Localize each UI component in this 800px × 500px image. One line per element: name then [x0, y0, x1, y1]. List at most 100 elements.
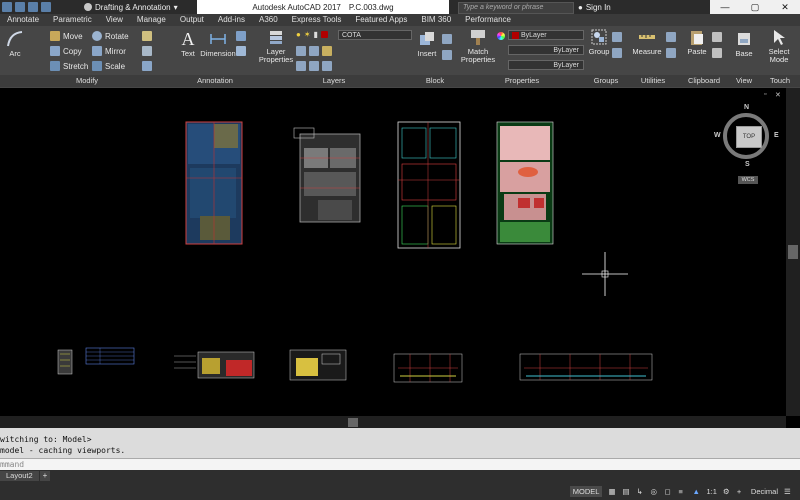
- insert-button[interactable]: Insert: [414, 30, 440, 58]
- layers-panel-label[interactable]: Layers: [256, 75, 413, 87]
- save-icon[interactable]: [28, 2, 38, 12]
- stretch-button[interactable]: Stretch: [50, 61, 88, 71]
- edit-block-button[interactable]: [442, 50, 452, 60]
- detail-block-1[interactable]: [57, 349, 73, 375]
- viewcube-top-face[interactable]: TOP: [736, 126, 762, 148]
- sun-icon[interactable]: ✶: [304, 30, 311, 39]
- utilities-panel-label[interactable]: Utilities: [626, 75, 681, 87]
- group-edit-button[interactable]: [612, 48, 622, 58]
- print-icon[interactable]: [41, 2, 51, 12]
- floor-plan-furnished[interactable]: [496, 121, 554, 245]
- scale-button[interactable]: Scale: [92, 61, 125, 71]
- tab-manage[interactable]: Manage: [130, 14, 173, 26]
- tab-view[interactable]: View: [99, 14, 130, 26]
- osnap-icon[interactable]: ◻: [664, 487, 672, 496]
- make-current-icon[interactable]: [296, 46, 306, 56]
- properties-panel-label[interactable]: Properties: [458, 75, 587, 87]
- annotation-panel-label[interactable]: Annotation: [174, 75, 257, 87]
- elevation-side[interactable]: [289, 349, 347, 381]
- tab-output[interactable]: Output: [173, 14, 211, 26]
- match-layer-icon[interactable]: [309, 46, 319, 56]
- lightbulb-icon[interactable]: ●: [296, 30, 301, 39]
- tab-performance[interactable]: Performance: [458, 14, 518, 26]
- modify-panel-label[interactable]: Modify: [0, 75, 175, 87]
- vertical-scroll-thumb[interactable]: [788, 245, 798, 259]
- linetype-dropdown[interactable]: ByLayer: [508, 45, 584, 55]
- viewport-restore-icon[interactable]: ▫: [764, 91, 766, 98]
- quick-calc-button[interactable]: [666, 32, 676, 42]
- clipboard-panel-label[interactable]: Clipboard: [680, 75, 729, 87]
- tab-add-ins[interactable]: Add-ins: [211, 14, 252, 26]
- layer-off-icon[interactable]: [309, 61, 319, 71]
- workspace-switcher[interactable]: Drafting & Annotation ▾: [84, 1, 178, 13]
- model-space-canvas[interactable]: ▫ ✕: [0, 88, 786, 416]
- horizontal-scrollbar[interactable]: [0, 416, 786, 428]
- lineweight-dropdown[interactable]: ByLayer: [508, 60, 584, 70]
- select-mode-button[interactable]: Select Mode: [762, 28, 796, 64]
- id-point-button[interactable]: [666, 48, 676, 58]
- layer-isolate-icon[interactable]: [322, 46, 332, 56]
- match-properties-button[interactable]: Match Properties: [461, 28, 495, 64]
- trim-button[interactable]: [142, 31, 152, 41]
- lineweight-icon[interactable]: ≡: [678, 487, 686, 496]
- ortho-icon[interactable]: ↳: [636, 487, 644, 496]
- floor-plan-ground-hatch[interactable]: [185, 121, 243, 245]
- move-button[interactable]: Move: [50, 31, 83, 41]
- fillet-button[interactable]: [142, 46, 152, 56]
- viewport-close-icon[interactable]: ✕: [775, 91, 781, 99]
- annotation-scale-value[interactable]: 1:1: [706, 487, 716, 496]
- floor-plan-upper[interactable]: [397, 121, 461, 249]
- create-block-button[interactable]: [442, 34, 452, 44]
- mirror-button[interactable]: Mirror: [92, 46, 126, 56]
- ungroup-button[interactable]: [612, 32, 622, 42]
- grid-icon[interactable]: ▦: [608, 487, 616, 496]
- paste-button[interactable]: Paste: [684, 28, 710, 56]
- color-dropdown[interactable]: ByLayer: [508, 30, 584, 40]
- tab-layout2[interactable]: Layout2: [0, 471, 39, 481]
- units-value[interactable]: Decimal: [751, 487, 778, 496]
- maximize-button[interactable]: ▢: [740, 0, 770, 14]
- copy-button[interactable]: Copy: [50, 46, 82, 56]
- roof-plan[interactable]: [293, 127, 361, 223]
- customize-icon[interactable]: ☰: [784, 487, 792, 496]
- tab-express-tools[interactable]: Express Tools: [285, 14, 349, 26]
- minimize-button[interactable]: —: [710, 0, 740, 14]
- tab-a360[interactable]: A360: [252, 14, 285, 26]
- tab-parametric[interactable]: Parametric: [46, 14, 99, 26]
- layer-properties-button[interactable]: Layer Properties: [258, 28, 294, 64]
- touch-panel-label[interactable]: Touch: [760, 75, 800, 87]
- legend-table[interactable]: [85, 347, 135, 365]
- block-panel-label[interactable]: Block: [412, 75, 459, 87]
- leader-button[interactable]: [236, 31, 246, 41]
- group-button[interactable]: Group: [588, 28, 610, 56]
- undo-icon[interactable]: [2, 2, 12, 12]
- text-button[interactable]: A Text: [178, 30, 198, 58]
- base-view-button[interactable]: Base: [732, 30, 756, 58]
- polar-icon[interactable]: ◎: [650, 487, 658, 496]
- add-layout-button[interactable]: +: [40, 471, 50, 481]
- close-button[interactable]: ✕: [770, 0, 800, 14]
- snap-icon[interactable]: ▤: [622, 487, 630, 496]
- compass-north[interactable]: N: [744, 104, 749, 111]
- compass-west[interactable]: W: [714, 132, 721, 139]
- tab-bim360[interactable]: BIM 360: [414, 14, 458, 26]
- plus-icon[interactable]: +: [737, 487, 745, 496]
- groups-panel-label[interactable]: Groups: [586, 75, 627, 87]
- arc-button[interactable]: Arc: [4, 30, 26, 58]
- measure-button[interactable]: Measure: [630, 28, 664, 56]
- sign-in-button[interactable]: ● Sign In: [578, 1, 611, 13]
- dimension-button[interactable]: Dimension: [200, 30, 236, 58]
- workspace-gear-icon[interactable]: ⚙: [723, 487, 731, 496]
- layer-freeze-icon[interactable]: [296, 61, 306, 71]
- view-panel-label[interactable]: View: [728, 75, 761, 87]
- redo-icon[interactable]: [15, 2, 25, 12]
- annotation-scale-icon[interactable]: ▲: [692, 487, 700, 496]
- section-b[interactable]: [519, 353, 653, 381]
- copy-clip-button[interactable]: [712, 48, 722, 58]
- layer-dropdown[interactable]: COTA: [338, 30, 412, 40]
- search-input[interactable]: Type a keyword or phrase: [458, 2, 574, 14]
- compass-south[interactable]: S: [745, 161, 750, 168]
- horizontal-scroll-thumb[interactable]: [348, 418, 358, 427]
- array-button[interactable]: [142, 61, 152, 71]
- elevation-front[interactable]: [174, 351, 255, 379]
